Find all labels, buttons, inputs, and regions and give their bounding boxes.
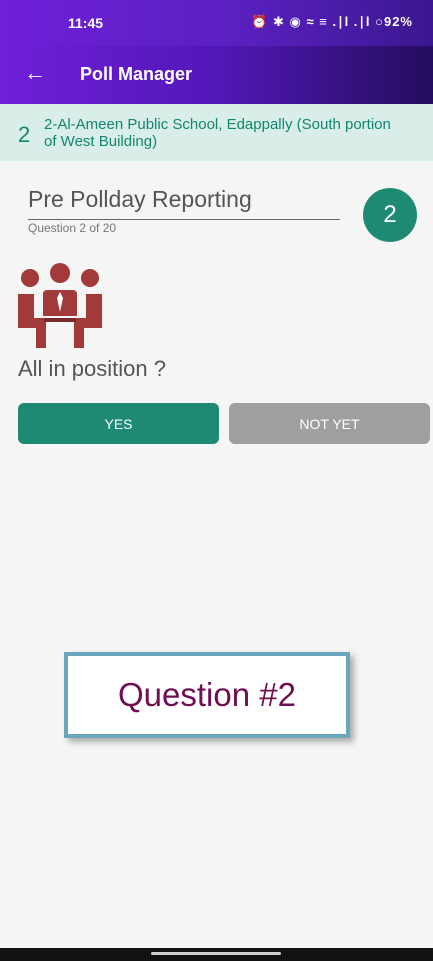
question-counter: Question 2 of 20 [28, 221, 117, 235]
not-yet-button[interactable]: NOT YET [229, 403, 430, 444]
station-number: 2 [18, 122, 31, 147]
back-arrow-icon[interactable]: ← [24, 60, 46, 86]
section-title: Pre Pollday Reporting [28, 186, 340, 220]
polling-station-banner: 2 2-Al-Ameen Public School, Edappally (S… [0, 104, 433, 161]
question-callout: Question #2 [64, 652, 350, 738]
question-text: All in position ? [18, 356, 166, 381]
yes-button[interactable]: YES [18, 403, 219, 444]
question-number-badge: 2 [363, 188, 417, 242]
station-name: 2-Al-Ameen Public School, Edappally (Sou… [44, 116, 391, 150]
app-title: Poll Manager [80, 64, 193, 84]
home-handle[interactable] [151, 952, 281, 955]
navigation-bar [0, 948, 433, 961]
status-bar: 11:45 ⏰ ✱ ◉ ≈ ≡ .∣l .∣l ○92% [0, 0, 433, 46]
status-time: 11:45 [68, 15, 104, 31]
people-meeting-icon [18, 263, 102, 348]
status-icons: ⏰ ✱ ◉ ≈ ≡ .∣l .∣l ○92% [251, 14, 413, 29]
app-bar: ← Poll Manager [0, 46, 433, 104]
